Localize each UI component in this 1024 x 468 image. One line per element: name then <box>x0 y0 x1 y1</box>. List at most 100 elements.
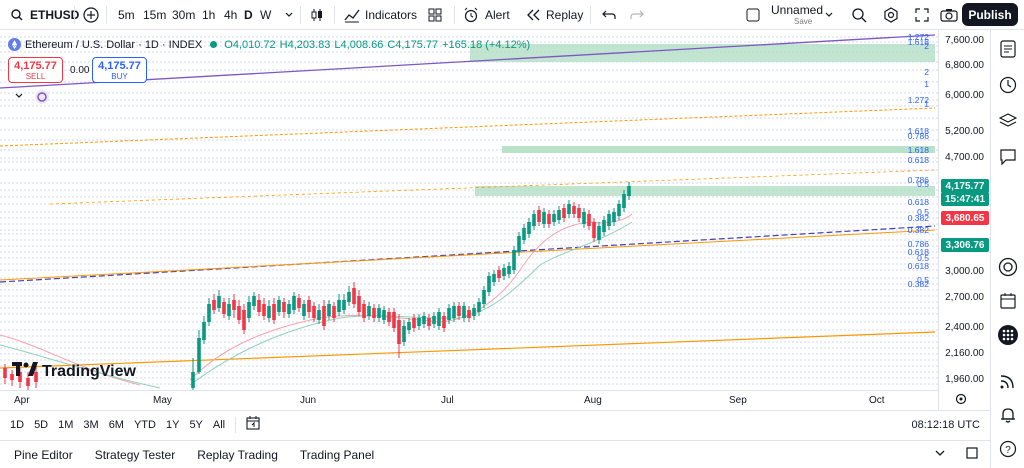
range-5y[interactable]: 5Y <box>189 419 202 431</box>
candle-body <box>497 270 501 278</box>
publish-button[interactable]: Publish <box>962 3 1018 26</box>
maximize-panel-button[interactable] <box>966 447 978 462</box>
interval-label: 30m <box>172 8 196 22</box>
undo-icon <box>600 6 618 24</box>
candle-body <box>417 318 421 326</box>
tradingview-logo[interactable]: TradingView <box>12 362 136 381</box>
interval-d[interactable]: D <box>244 0 253 30</box>
indicators-button[interactable]: Indicators <box>343 0 417 30</box>
interval-4h[interactable]: 4h <box>224 0 237 30</box>
replay-button[interactable]: Replay <box>524 0 583 30</box>
candle-body <box>437 312 441 326</box>
time-axis-label: Jul <box>441 395 454 406</box>
close-value: C4,175.77 <box>387 38 439 51</box>
legend-collapse-button[interactable] <box>10 90 28 104</box>
price-chart[interactable]: 1.2721.6182211.27211.6180.7861.6180.6180… <box>0 30 938 390</box>
chart-type-button[interactable] <box>308 0 326 30</box>
chart-legend: Ethereum / U.S. Dollar · 1D · INDEX O4,0… <box>8 38 530 51</box>
square-icon <box>966 447 978 462</box>
range-1y[interactable]: 1Y <box>166 419 179 431</box>
watchlist-button[interactable] <box>998 39 1018 60</box>
candle-body <box>191 372 195 388</box>
help-button[interactable]: ? <box>998 440 1018 460</box>
layout-name-button[interactable] <box>744 0 762 30</box>
price-level-tag-red: 3,680.65 <box>941 211 989 225</box>
alerts-button[interactable] <box>998 76 1018 96</box>
interval-label: 15m <box>143 8 167 22</box>
compare-button[interactable] <box>82 0 100 30</box>
brand-name: TradingView <box>42 362 136 380</box>
add-symbol-icon <box>82 6 100 24</box>
candle-body <box>207 304 211 322</box>
current-price-tag: 4,175.77 <box>941 179 989 193</box>
alert-button[interactable]: Alert <box>462 0 510 30</box>
range-3m[interactable]: 3M <box>83 419 98 431</box>
quick-search-button[interactable] <box>850 0 868 30</box>
apps-button[interactable] <box>998 324 1018 346</box>
range-ytd[interactable]: YTD <box>134 419 156 431</box>
interval-30m[interactable]: 30m <box>172 0 195 30</box>
notifications-button[interactable] <box>998 406 1018 426</box>
price-axis[interactable]: 7,600.00 6,800.00 6,000.00 5,200.00 4,700.00… <box>938 30 990 410</box>
axis-settings-button[interactable] <box>955 393 969 407</box>
camera-icon <box>940 6 958 24</box>
go-to-date-button[interactable] <box>246 416 260 433</box>
candle-body <box>412 318 416 328</box>
search-icon <box>8 6 26 24</box>
candle-body <box>297 298 301 308</box>
ideas-button[interactable] <box>998 372 1018 392</box>
range-6m[interactable]: 6M <box>109 419 124 431</box>
data-window-button[interactable] <box>998 257 1018 278</box>
tab-replay-trading[interactable]: Replay Trading <box>197 448 278 462</box>
candle-body <box>457 306 461 316</box>
candle-body <box>242 310 246 330</box>
candle-body <box>362 304 366 318</box>
candle-body <box>367 306 371 316</box>
buy-button[interactable]: 4,175.77 BUY <box>92 57 147 83</box>
fib-label: 0.618 <box>908 155 930 165</box>
calendar-button[interactable] <box>998 292 1018 312</box>
layout-menu-button[interactable] <box>820 0 838 30</box>
redo-button[interactable] <box>628 0 646 30</box>
range-1d[interactable]: 1D <box>10 419 24 431</box>
tab-pine-editor[interactable]: Pine Editor <box>14 448 73 462</box>
interval-w[interactable]: W <box>260 0 271 30</box>
snapshot-button[interactable] <box>940 0 958 30</box>
sync-button[interactable] <box>34 89 50 105</box>
layout-save-hint: Save <box>794 17 813 26</box>
fullscreen-button[interactable] <box>913 0 931 30</box>
time-axis[interactable]: Apr May Jun Jul Aug Sep Oct <box>0 390 938 410</box>
interval-15m[interactable]: 15m <box>143 0 166 30</box>
redo-icon <box>628 6 646 24</box>
symbol-title[interactable]: Ethereum / U.S. Dollar · 1D · INDEX <box>25 39 202 51</box>
candle-body <box>547 214 551 224</box>
utc-clock[interactable]: 08:12:18 UTC <box>912 419 980 431</box>
object-tree-button[interactable] <box>998 112 1018 132</box>
price-axis-label: 1,960.00 <box>945 374 984 385</box>
fib-zone <box>502 146 935 153</box>
indicators-icon <box>343 6 361 24</box>
price-axis-label: 6,000.00 <box>945 90 984 101</box>
undo-button[interactable] <box>600 0 618 30</box>
tab-trading-panel[interactable]: Trading Panel <box>300 448 374 462</box>
indicators-label: Indicators <box>365 8 418 22</box>
symbol-search[interactable]: ETHUSD <box>8 0 79 30</box>
candle-body <box>302 304 306 316</box>
sell-button[interactable]: 4,175.77 SELL <box>8 57 63 83</box>
range-5d[interactable]: 5D <box>34 419 48 431</box>
candle-body <box>272 304 276 320</box>
range-1m[interactable]: 1M <box>58 419 73 431</box>
candle-body <box>337 300 341 312</box>
interval-5m[interactable]: 5m <box>118 0 135 30</box>
candle-body <box>577 208 581 218</box>
chats-button[interactable] <box>998 148 1018 168</box>
tab-strategy-tester[interactable]: Strategy Tester <box>95 448 175 462</box>
range-all[interactable]: All <box>213 419 225 431</box>
layouts-button[interactable] <box>426 0 444 30</box>
settings-button[interactable] <box>882 0 900 30</box>
collapse-panel-button[interactable] <box>934 447 946 462</box>
interval-1h[interactable]: 1h <box>202 0 215 30</box>
fib-label: 2 <box>924 67 929 77</box>
interval-dropdown[interactable] <box>280 0 298 30</box>
candle-body <box>567 204 571 214</box>
